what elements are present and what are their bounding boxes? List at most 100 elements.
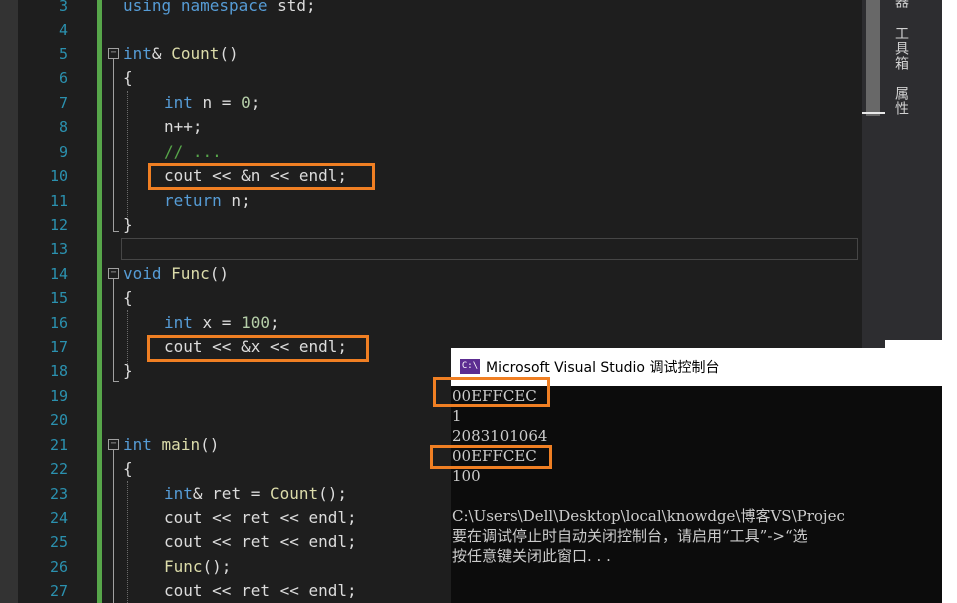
code-text: = [241, 484, 270, 503]
highlight-box-console-2 [430, 445, 552, 469]
code-comment[interactable]: // ... [164, 140, 222, 164]
keyword: int [164, 313, 193, 332]
line-number: 22 [49, 460, 68, 478]
side-panel-tabs: 器 工具箱 属性 [885, 0, 942, 340]
code-line[interactable]: Func(); [164, 555, 231, 579]
collapse-icon[interactable]: − [108, 48, 119, 59]
fold-guide [113, 59, 114, 231]
code-line[interactable]: cout << ret << endl; [164, 506, 357, 530]
code-line[interactable]: using namespace std; [123, 0, 316, 18]
code-line[interactable]: int& ret = Count(); [164, 482, 347, 506]
code-text: n = [192, 93, 242, 112]
code-line[interactable]: } [123, 359, 133, 383]
code-text: & [192, 484, 213, 503]
line-number: 23 [49, 485, 68, 503]
keyword: int [164, 484, 193, 503]
code-text: x = [192, 313, 242, 332]
line-number: 4 [58, 21, 68, 39]
line-number-gutter: 3 4 5 6 7 8 9 10 11 12 13 14 15 16 17 18… [18, 0, 70, 603]
highlight-box-line-10 [148, 163, 375, 190]
line-number: 18 [49, 362, 68, 380]
console-line: 1 [452, 407, 462, 425]
console-line: 按任意键关闭此窗口. . . [452, 547, 611, 565]
code-line[interactable]: { [123, 66, 133, 90]
number-literal: 0 [241, 93, 251, 112]
line-number: 16 [49, 314, 68, 332]
code-line[interactable]: cout << ret << endl; [164, 530, 357, 554]
line-number: 15 [49, 289, 68, 307]
variable-name: ret [212, 484, 242, 503]
code-line[interactable]: { [123, 286, 133, 310]
code-text: std; [267, 0, 316, 15]
console-line: C:\Users\Dell\Desktop\local\knowdge\博客VS… [452, 507, 845, 525]
current-line-highlight [121, 238, 858, 260]
number-literal: 100 [241, 313, 270, 332]
fold-guide-end [113, 231, 119, 232]
line-number: 11 [49, 192, 68, 210]
code-line[interactable]: { [123, 457, 133, 481]
line-number: 24 [49, 509, 68, 527]
highlight-box-line-17 [147, 335, 369, 362]
line-number: 7 [58, 94, 68, 112]
code-line[interactable]: n++; [164, 115, 203, 139]
line-number: 6 [58, 69, 68, 87]
keyword: int [164, 93, 193, 112]
line-number: 27 [49, 582, 68, 600]
keyword: void [123, 264, 162, 283]
tab-properties[interactable]: 属性 [891, 86, 911, 116]
console-app-icon: C:\ [460, 359, 480, 374]
code-line[interactable]: int main() [123, 433, 219, 457]
fold-guide-end [113, 381, 119, 382]
function-name: Count [269, 484, 319, 503]
collapse-icon[interactable]: − [108, 268, 119, 279]
console-line: 2083101064 [452, 427, 548, 445]
indent-guide [127, 481, 128, 603]
code-line[interactable]: int x = 100; [164, 311, 280, 335]
code-line[interactable]: return n; [164, 189, 251, 213]
keyword: using [123, 0, 172, 15]
indent-guide [127, 91, 128, 217]
fold-guide [113, 450, 114, 603]
editor-margin [0, 0, 18, 603]
line-number: 19 [49, 387, 68, 405]
function-name: Func [171, 264, 210, 283]
code-line[interactable]: cout << ret << endl; [164, 579, 357, 603]
code-text: () [209, 264, 229, 283]
code-line[interactable]: int n = 0; [164, 91, 260, 115]
code-text: ; [250, 93, 261, 112]
scrollbar-position-marker [862, 112, 885, 114]
tab-top[interactable]: 器 [891, 0, 911, 9]
tab-toolbox[interactable]: 工具箱 [891, 26, 911, 71]
code-text: () [219, 44, 239, 63]
line-number: 3 [58, 0, 68, 15]
keyword: return [164, 191, 222, 210]
console-line: 100 [452, 467, 481, 485]
code-line[interactable]: void Func() [123, 262, 229, 286]
line-number: 17 [49, 338, 68, 356]
change-tracking-bar [97, 0, 102, 603]
code-text: (); [318, 484, 348, 503]
code-line[interactable]: } [123, 213, 133, 237]
console-output: 00EFFCEC 1 2083101064 00EFFCEC 100 C:\Us… [451, 386, 942, 603]
code-text: ; [269, 313, 280, 332]
function-name: Count [171, 44, 220, 63]
keyword: int [123, 44, 152, 63]
line-number: 10 [49, 167, 68, 185]
function-name: main [161, 435, 201, 454]
fold-guide [113, 279, 114, 381]
keyword: namespace [180, 0, 268, 15]
function-name: Func [164, 557, 203, 576]
code-line[interactable]: int& Count() [123, 42, 239, 66]
code-text: (); [202, 557, 232, 576]
collapse-icon[interactable]: − [108, 439, 119, 450]
console-title: Microsoft Visual Studio 调试控制台 [486, 360, 720, 376]
keyword: int [123, 435, 152, 454]
line-number: 12 [49, 216, 68, 234]
scrollbar-thumb[interactable] [866, 0, 880, 116]
line-number: 8 [58, 118, 68, 136]
console-line: 要在调试停止时自动关闭控制台，请启用“工具”->“选 [452, 527, 808, 545]
code-text: n; [221, 191, 251, 210]
line-number: 21 [49, 436, 68, 454]
highlight-box-console-1 [433, 377, 550, 407]
line-number: 9 [58, 143, 68, 161]
